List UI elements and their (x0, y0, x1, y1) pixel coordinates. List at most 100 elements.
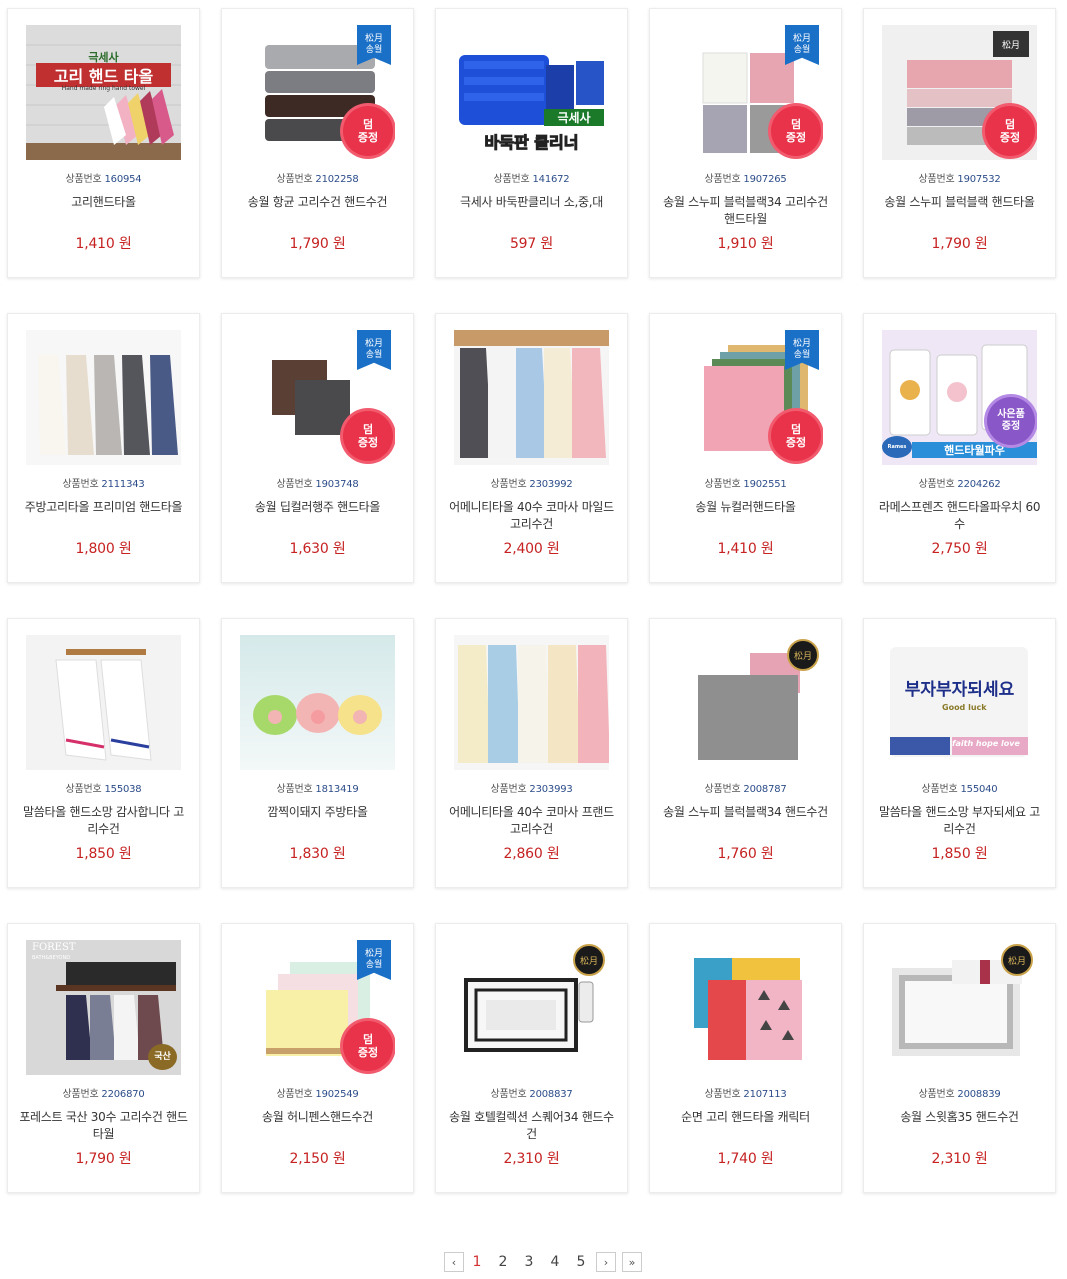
product-card[interactable]: 부자부자되세요 Good luck faith hope love 상품번호 1… (863, 618, 1056, 888)
product-name[interactable]: 말씀타올 핸드소망 부자되세요 고리수건 (874, 804, 1045, 838)
product-number-label: 상품번호 (704, 784, 741, 795)
product-card[interactable]: 극세사 고리 핸드 타올 Hand made ring hand towel 상… (7, 8, 200, 278)
brand-logo: FOREST (32, 942, 76, 953)
product-price: 1,790 원 (289, 236, 346, 252)
product-number-label: 상품번호 (918, 174, 955, 185)
product-image[interactable]: 松月 송월 덤 증정 (240, 25, 395, 160)
product-number: 상품번호 1903748 (222, 475, 413, 490)
image-title: 고리 핸드 타올 (36, 63, 171, 87)
last-page-button[interactable]: » (622, 1252, 642, 1272)
product-image[interactable]: 松月 송월 덤 증정 (668, 25, 823, 160)
product-image[interactable]: 극세사 고리 핸드 타올 Hand made ring hand towel (26, 25, 181, 160)
product-image[interactable] (240, 635, 395, 770)
product-name[interactable]: 송월 스누피 블럭블랙34 핸드수건 (660, 804, 831, 821)
product-card[interactable]: 松月 송월 덤 증정 상품번호 1902551 송월 뉴컬러핸드타올 1,410 … (649, 313, 842, 583)
product-name[interactable]: 송월 스누피 블럭블랙34 고리수건 핸드타월 (660, 194, 831, 228)
product-name[interactable]: 송월 스윗홈35 핸드수건 (874, 1109, 1045, 1126)
product-image[interactable]: 핸드타월파우 Rames Friends 사은품 증정 (882, 330, 1037, 465)
brand-badge-text: 송월 (365, 45, 383, 55)
product-card[interactable]: 상품번호 1813419 깜찍이돼지 주방타올 1,830 원 (221, 618, 414, 888)
product-image[interactable]: 극세사 바둑판 클리너 (454, 25, 609, 160)
product-image[interactable]: 松月 덤 증정 (882, 25, 1037, 160)
page-3-link[interactable]: 3 (516, 1254, 542, 1270)
product-card[interactable]: 松月 송월 덤 증정 상품번호 1902549 송월 허니펜스핸드수건 2,150… (221, 923, 414, 1193)
product-card[interactable]: 상품번호 2303992 어메니티타올 40수 코마사 마일드 고리수건 2,4… (435, 313, 628, 583)
product-card[interactable]: 松月 상품번호 2008837 송월 호텔컬렉션 스퀘어34 핸드수건 2,31… (435, 923, 628, 1193)
product-number-label: 상품번호 (490, 784, 527, 795)
product-price: 2,750 원 (931, 541, 988, 557)
product-image[interactable]: 松月 송월 덤 증정 (240, 330, 395, 465)
product-name[interactable]: 라메스프렌즈 핸드타올파우치 60수 (874, 499, 1045, 533)
product-card[interactable]: FOREST BATH&BEYOND 국산 상품번호 2206870 포레스트 … (7, 923, 200, 1193)
product-price: 1,410 원 (75, 236, 132, 252)
product-number-value: 141672 (532, 174, 570, 185)
product-card[interactable]: 松月 송월 덤 증정 상품번호 1907265 송월 스누피 블럭블랙34 고리수… (649, 8, 842, 278)
product-image[interactable]: 松月 (454, 940, 609, 1075)
product-image[interactable]: 松月 (668, 635, 823, 770)
product-number: 상품번호 155040 (864, 780, 1055, 795)
product-card[interactable]: 상품번호 2303993 어메니티타올 40수 코마사 프랜드 고리수건 2,8… (435, 618, 628, 888)
product-name[interactable]: 송월 호텔컬렉션 스퀘어34 핸드수건 (446, 1109, 617, 1143)
prev-page-button[interactable]: ‹ (444, 1252, 464, 1272)
product-name[interactable]: 송월 스누피 블럭블랙 핸드타올 (874, 194, 1045, 211)
product-number-label: 상품번호 (704, 479, 741, 490)
product-image[interactable] (454, 330, 609, 465)
image-caption: 핸드타월파우 (912, 442, 1037, 458)
image-title: 부자부자되세요 (904, 680, 1015, 700)
product-card[interactable]: 상품번호 2111343 주방고리타올 프리미엄 핸드타올 1,800 원 (7, 313, 200, 583)
image-caption: Good luck (942, 703, 987, 712)
product-name[interactable]: 송월 뉴컬러핸드타올 (660, 499, 831, 516)
product-card[interactable]: 松月 덤 증정 상품번호 1907532 송월 스누피 블럭블랙 핸드타올 1,… (863, 8, 1056, 278)
product-card[interactable]: 상품번호 155038 말씀타올 핸드소망 감사합니다 고리수건 1,850 원 (7, 618, 200, 888)
next-page-button[interactable]: › (596, 1252, 616, 1272)
brand-tagline: BATH&BEYOND (32, 955, 71, 961)
product-number: 상품번호 1902549 (222, 1085, 413, 1100)
product-number-label: 상품번호 (65, 784, 102, 795)
brand-badge-text: 송월 (793, 350, 811, 360)
product-name[interactable]: 송월 딥컬러행주 핸드타올 (232, 499, 403, 516)
product-price: 1,630 원 (289, 541, 346, 557)
product-name[interactable]: 주방고리타올 프리미엄 핸드타올 (18, 499, 189, 516)
product-image[interactable] (26, 635, 181, 770)
product-image[interactable]: 松月 송월 덤 증정 (240, 940, 395, 1075)
product-image[interactable] (26, 330, 181, 465)
product-name[interactable]: 깜찍이돼지 주방타올 (232, 804, 403, 821)
product-number-value: 2206870 (101, 1089, 145, 1100)
product-image[interactable]: 부자부자되세요 Good luck faith hope love (882, 635, 1037, 770)
product-name[interactable]: 순면 고리 핸드타올 캐릭터 (660, 1109, 831, 1126)
product-card[interactable]: 핸드타월파우 Rames Friends 사은품 증정 상품번호 2204262… (863, 313, 1056, 583)
brand-badge-text: 송월 (793, 45, 811, 55)
product-card[interactable]: 松月 상품번호 2008839 송월 스윗홈35 핸드수건 2,310 원 (863, 923, 1056, 1193)
product-name[interactable]: 극세사 바둑판클리너 소,중,대 (446, 194, 617, 211)
origin-badge: 국산 (148, 1044, 177, 1070)
product-name[interactable]: 고리핸드타올 (18, 194, 189, 211)
product-number-value: 2303993 (529, 784, 573, 795)
brand-badge-logo: 松月 (364, 949, 383, 959)
product-number-label: 상품번호 (704, 174, 741, 185)
page-1-link[interactable]: 1 (464, 1254, 490, 1270)
product-image[interactable]: 松月 (882, 940, 1037, 1075)
product-price: 1,790 원 (931, 236, 988, 252)
page-5-link[interactable]: 5 (568, 1254, 594, 1270)
product-image[interactable]: FOREST BATH&BEYOND 국산 (26, 940, 181, 1075)
product-number-label: 상품번호 (921, 784, 958, 795)
product-name[interactable]: 송월 허니펜스핸드수건 (232, 1109, 403, 1126)
product-card[interactable]: 극세사 바둑판 클리너 상품번호 141672 극세사 바둑판클리너 소,중,대… (435, 8, 628, 278)
product-name[interactable]: 말씀타올 핸드소망 감사합니다 고리수건 (18, 804, 189, 838)
product-name[interactable]: 포레스트 국산 30수 고리수건 핸드타월 (18, 1109, 189, 1143)
product-name[interactable]: 어메니티타올 40수 코마사 마일드 고리수건 (446, 499, 617, 533)
product-card[interactable]: 松月 송월 덤 증정 상품번호 1903748 송월 딥컬러행주 핸드타올 1,6… (221, 313, 414, 583)
product-card[interactable]: 상품번호 2107113 순면 고리 핸드타올 캐릭터 1,740 원 (649, 923, 842, 1193)
product-image[interactable] (454, 635, 609, 770)
page-4-link[interactable]: 4 (542, 1254, 568, 1270)
product-name[interactable]: 어메니티타올 40수 코마사 프랜드 고리수건 (446, 804, 617, 838)
product-name[interactable]: 송월 항균 고리수건 핸드수건 (232, 194, 403, 211)
bonus-badge: 덤 증정 (771, 106, 821, 156)
image-title: 바둑판 클리너 (484, 133, 579, 153)
product-image[interactable]: 松月 송월 덤 증정 (668, 330, 823, 465)
product-card[interactable]: 松月 송월 덤 증정 상품번호 2102258 송월 항균 고리수건 핸드수건 1… (221, 8, 414, 278)
product-image[interactable] (668, 940, 823, 1075)
product-card[interactable]: 松月 상품번호 2008787 송월 스누피 블럭블랙34 핸드수건 1,760… (649, 618, 842, 888)
page-2-link[interactable]: 2 (490, 1254, 516, 1270)
product-number-label: 상품번호 (490, 1089, 527, 1100)
